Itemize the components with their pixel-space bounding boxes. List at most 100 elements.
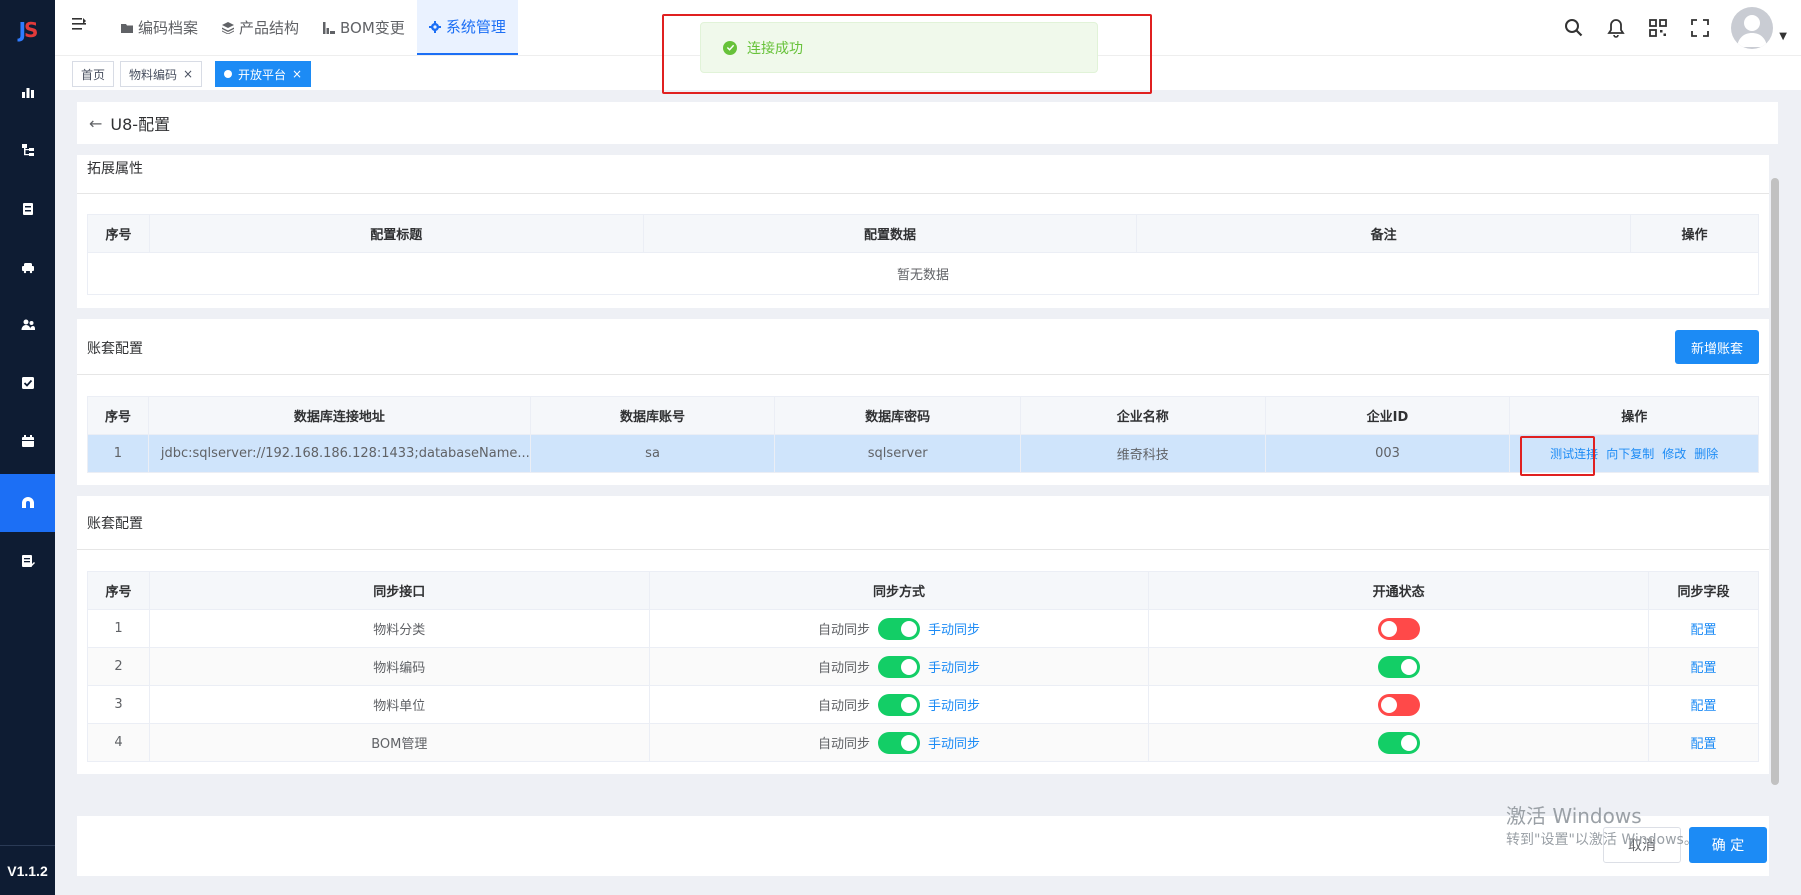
manual-sync-link[interactable]: 手动同步: [928, 695, 980, 714]
id-card-icon: [22, 203, 33, 215]
car-icon: [21, 263, 34, 274]
column-header: 配置数据: [642, 214, 1138, 253]
column-header: 同步方式: [648, 571, 1150, 610]
divider: [77, 549, 1769, 550]
edit-link[interactable]: 修改: [1662, 447, 1686, 461]
status-switch[interactable]: [1377, 655, 1420, 678]
cell-status: [1148, 609, 1650, 648]
add-account-button[interactable]: 新增账套: [1675, 330, 1759, 364]
table-row: 3 物料单位 自动同步 手动同步 配置: [87, 685, 1759, 724]
tag-label: 开放平台: [238, 67, 287, 82]
search-icon[interactable]: [1563, 17, 1585, 39]
tag-material-code[interactable]: 物料编码 ×: [120, 61, 203, 87]
manual-sync-link[interactable]: 手动同步: [928, 657, 980, 676]
nav-item-label: 编码档案: [138, 19, 199, 37]
auto-sync-label: 自动同步: [817, 623, 870, 638]
auto-sync-switch[interactable]: [877, 693, 920, 716]
sidebar-item-structure[interactable]: [0, 121, 55, 179]
cell-company-name: 维奇科技: [1020, 434, 1266, 473]
nav-item-code-archive[interactable]: 编码档案: [109, 0, 210, 55]
status-switch[interactable]: [1377, 693, 1420, 716]
config-link[interactable]: 配置: [1691, 661, 1717, 676]
cell-interface: 物料编码: [148, 647, 650, 686]
column-header: 序号: [87, 571, 150, 610]
nav-item-bom-change[interactable]: BOM变更: [311, 0, 417, 55]
tag-open-platform[interactable]: 开放平台 ×: [215, 61, 312, 87]
sidebar-item-tasks[interactable]: [0, 354, 55, 412]
cell-db-account: sa: [529, 434, 776, 473]
cell-index: 2: [87, 647, 150, 686]
user-avatar[interactable]: [1731, 7, 1774, 49]
sidebar-item-users[interactable]: [0, 296, 55, 354]
fullscreen-icon[interactable]: [1689, 17, 1711, 39]
config-link[interactable]: 配置: [1691, 699, 1717, 714]
config-link[interactable]: 配置: [1691, 737, 1717, 752]
column-header: 同步接口: [148, 571, 650, 610]
sidebar-item-open-platform[interactable]: [0, 474, 55, 532]
cell-db-url: jdbc:sqlserver://192.168.186.128:1433;da…: [147, 434, 531, 473]
column-header: 操作: [1509, 396, 1759, 435]
copy-down-link[interactable]: 向下复制: [1606, 447, 1654, 461]
bell-icon[interactable]: [1605, 17, 1627, 39]
table-row: 4 BOM管理 自动同步 手动同步 配置: [87, 723, 1759, 762]
manual-sync-link[interactable]: 手动同步: [928, 733, 980, 752]
sidebar-item-calendar[interactable]: [0, 412, 55, 470]
top-nav: 编码档案 产品结构 BOM变更 系统管理: [109, 0, 518, 55]
app-logo[interactable]: JS: [0, 0, 55, 60]
sync-table: 序号 同步接口 同步方式 开通状态 同步字段 1 物料分类 自动同步 手动同步 …: [87, 571, 1759, 762]
auto-sync-switch[interactable]: [877, 731, 920, 754]
header-actions: ▼: [1563, 6, 1787, 50]
tag-label: 物料编码: [129, 67, 178, 82]
back-arrow-icon[interactable]: ←: [89, 114, 102, 133]
cell-interface: BOM管理: [148, 723, 650, 762]
close-icon[interactable]: ×: [183, 67, 193, 81]
column-header: 数据库账号: [529, 396, 776, 435]
table-row: 2 物料编码 自动同步 手动同步 配置: [87, 647, 1759, 686]
status-switch[interactable]: [1377, 617, 1420, 640]
panel-title: 拓展属性: [87, 161, 143, 177]
chart-icon: [323, 21, 336, 34]
column-header: 备注: [1136, 214, 1632, 253]
confirm-button[interactable]: 确 定: [1689, 827, 1767, 863]
auto-sync-label: 自动同步: [817, 737, 870, 752]
sidebar-item-dashboard[interactable]: [0, 63, 55, 121]
sidebar-item-records[interactable]: [0, 532, 55, 590]
close-icon[interactable]: ×: [292, 67, 302, 81]
calendar-icon: [21, 435, 34, 447]
menu-collapse-icon[interactable]: [71, 16, 87, 32]
document-edit-icon: [21, 555, 35, 567]
nav-item-system-management[interactable]: 系统管理: [416, 0, 518, 55]
grid-apps-icon[interactable]: [1647, 17, 1669, 39]
table-row[interactable]: 1 jdbc:sqlserver://192.168.186.128:1433;…: [87, 434, 1759, 473]
logo-text: JS: [18, 18, 39, 42]
column-header: 企业名称: [1020, 396, 1266, 435]
delete-link[interactable]: 删除: [1694, 447, 1718, 461]
manual-sync-link[interactable]: 手动同步: [928, 619, 980, 638]
auto-sync-switch[interactable]: [877, 617, 920, 640]
tree-structure-icon: [21, 144, 34, 156]
nav-item-product-structure[interactable]: 产品结构: [210, 0, 311, 55]
config-link[interactable]: 配置: [1691, 623, 1717, 638]
watermark-title: 激活 Windows: [1506, 804, 1642, 828]
folder-icon: [121, 23, 133, 33]
column-header: 开通状态: [1148, 571, 1650, 610]
empty-text: 暂无数据: [87, 252, 1759, 295]
status-switch[interactable]: [1377, 731, 1420, 754]
vertical-scrollbar[interactable]: [1771, 178, 1779, 785]
cell-status: [1148, 647, 1650, 686]
sidebar-item-vehicle[interactable]: [0, 238, 55, 296]
app-version: V1.1.2: [0, 845, 55, 895]
cell-index: 1: [87, 434, 149, 473]
auto-sync-switch[interactable]: [877, 655, 920, 678]
chevron-down-icon[interactable]: ▼: [1779, 31, 1787, 42]
windows-activation-watermark: 激活 Windows 转到"设置"以激活 Windows。: [1506, 804, 1698, 852]
column-header: 序号: [87, 396, 149, 435]
cell-index: 3: [87, 685, 150, 724]
column-header: 数据库密码: [774, 396, 1021, 435]
sidebar-item-archive[interactable]: [0, 180, 55, 238]
user-icon: [1737, 15, 1768, 47]
cell-status: [1148, 685, 1650, 724]
cell-sync-mode: 自动同步 手动同步: [648, 685, 1150, 724]
table-row: 1 物料分类 自动同步 手动同步 配置: [87, 609, 1759, 648]
tag-home[interactable]: 首页: [72, 61, 115, 87]
